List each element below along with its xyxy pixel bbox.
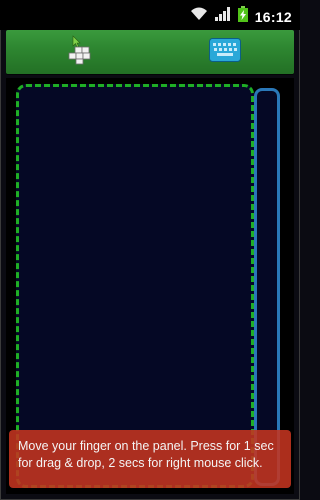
scroll-strip[interactable] xyxy=(254,88,280,486)
keyboard-icon xyxy=(209,37,241,67)
battery-charging-icon xyxy=(237,6,248,27)
wifi-icon xyxy=(190,7,208,26)
clock: 16:12 xyxy=(254,8,292,25)
status-icons: 16:12 xyxy=(190,6,292,27)
mode-toolbar xyxy=(6,30,294,74)
signal-icon xyxy=(214,7,231,26)
status-bar: 16:12 xyxy=(0,0,300,30)
keyboard-mode-button[interactable] xyxy=(202,34,248,70)
mouse-mode-button[interactable] xyxy=(58,34,104,70)
mouse-keys-icon xyxy=(66,34,96,70)
hint-toast: Move your finger on the panel. Press for… xyxy=(9,430,291,488)
touch-panel[interactable] xyxy=(16,84,254,488)
